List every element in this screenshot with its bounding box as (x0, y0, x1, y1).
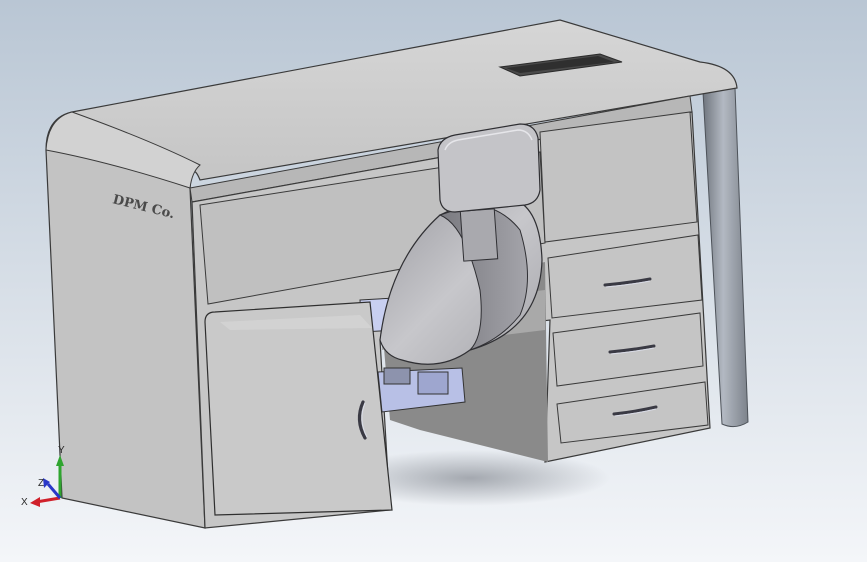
upper-right-panel[interactable] (539, 111, 698, 243)
3d-model-scene[interactable]: DPM Co. Y X Z (0, 0, 867, 562)
triad-x-label: X (21, 497, 28, 508)
headrest-post (459, 208, 499, 262)
triad-z-label: Z (38, 478, 44, 489)
cabinet-door[interactable] (204, 301, 393, 516)
triad-y-label: Y (58, 445, 65, 456)
graphics-viewport[interactable]: DPM Co. Y X Z (0, 0, 867, 562)
chair-headrest[interactable] (437, 123, 541, 213)
